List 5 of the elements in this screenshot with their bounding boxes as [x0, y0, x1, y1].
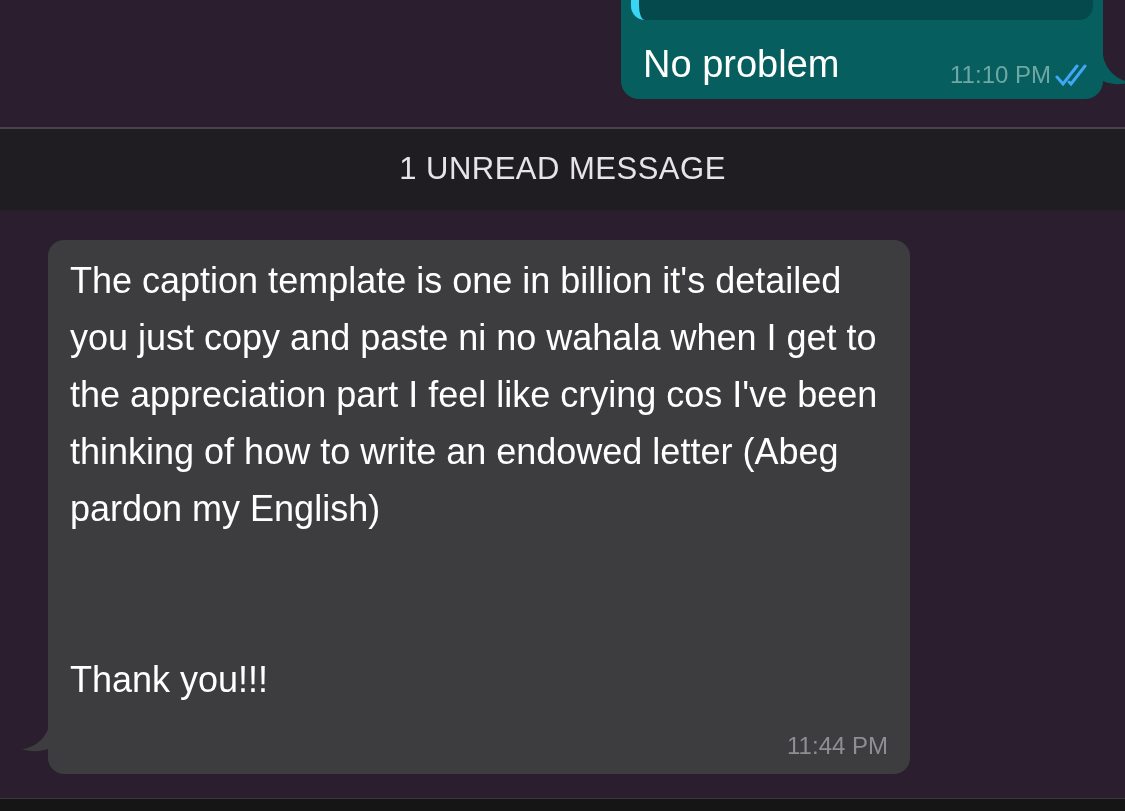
message-time: 11:10 PM: [950, 63, 1051, 87]
unread-messages-label: 1 UNREAD MESSAGE: [399, 150, 726, 189]
message-time: 11:44 PM: [787, 734, 888, 758]
message-text: No problem: [643, 45, 840, 83]
message-text: The caption template is one in billion it's detailed you just copy and paste ni no wahala when I get to the appreciation part I feel like crying cos I've been thinking of how to write an endowed letter (Abeg pardon my English) Thank you!!!: [70, 259, 879, 702]
